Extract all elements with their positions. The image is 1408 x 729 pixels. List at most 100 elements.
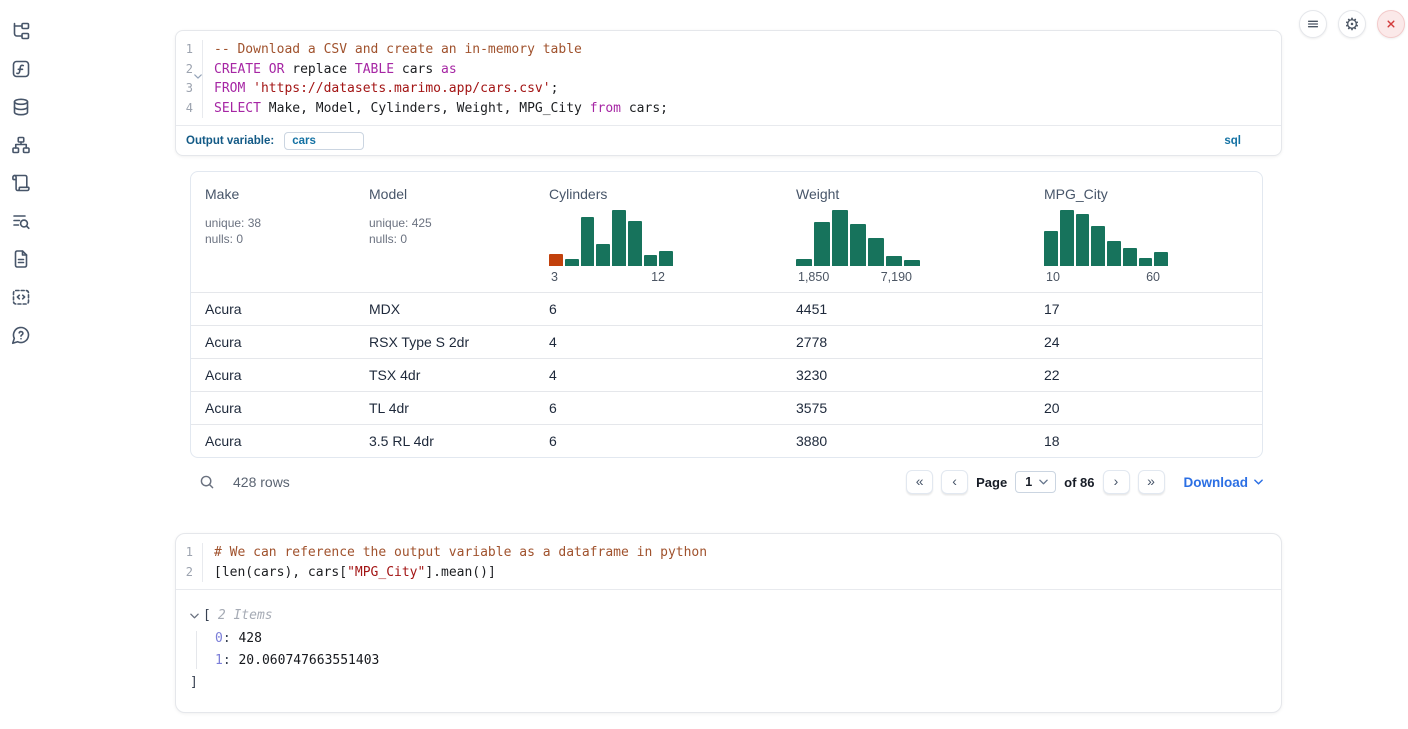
python-cell: 1# We can reference the output variable …: [175, 533, 1282, 713]
table-cell: 3230: [782, 367, 1030, 383]
shutdown-button[interactable]: [1377, 10, 1405, 38]
table-cell: Acura: [191, 433, 355, 449]
column-header-weight[interactable]: Weight1,8507,190: [782, 172, 1030, 292]
code-line[interactable]: 1# We can reference the output variable …: [176, 543, 1281, 563]
axis-min-label: 1,850: [798, 270, 829, 284]
table-search-button[interactable]: [198, 472, 218, 492]
column-histogram[interactable]: 3 12: [549, 210, 673, 284]
line-number: 3: [176, 79, 203, 99]
token-keyword: from: [590, 101, 621, 116]
first-page-button[interactable]: «: [906, 470, 933, 494]
table-cell: 3575: [782, 400, 1030, 416]
table-row[interactable]: AcuraTL 4dr6357520: [191, 391, 1262, 424]
histogram-bar: [814, 222, 830, 266]
token-plain: ;: [551, 81, 559, 96]
token-plain: ].mean()]: [425, 565, 495, 580]
code-text: [len(cars), cars["MPG_City"].mean()]: [214, 563, 496, 583]
column-header-model[interactable]: Modelunique: 425nulls: 0: [355, 172, 535, 292]
sidebar-button-data-sources[interactable]: [8, 94, 34, 120]
settings-gear-icon: ⚙: [1344, 16, 1359, 33]
token-keyword: CREATE: [214, 62, 261, 77]
tree-key: 0: [215, 631, 223, 646]
histogram-bars: [1044, 210, 1168, 266]
token-string: "MPG_City": [347, 565, 425, 580]
column-header-make[interactable]: Makeunique: 38nulls: 0: [191, 172, 355, 292]
sidebar-button-file-tree[interactable]: [8, 18, 34, 44]
page-select[interactable]: 1: [1015, 471, 1056, 493]
list-search-icon: [11, 211, 31, 231]
output-variable-input[interactable]: cars: [284, 132, 364, 150]
histogram-bar: [868, 238, 884, 266]
sidebar-button-logs[interactable]: [8, 170, 34, 196]
column-header-cylinders[interactable]: Cylinders312: [535, 172, 782, 292]
download-button[interactable]: Download: [1184, 475, 1264, 490]
table-cell: 6: [535, 400, 782, 416]
chevron-down-icon: [190, 613, 199, 619]
code-line[interactable]: 4SELECT Make, Model, Cylinders, Weight, …: [176, 99, 1281, 119]
sidebar-button-find[interactable]: [8, 208, 34, 234]
tree-colon: :: [223, 653, 239, 668]
settings-button[interactable]: ⚙: [1338, 10, 1366, 38]
table-row[interactable]: AcuraTSX 4dr4323022: [191, 358, 1262, 391]
table-row[interactable]: Acura3.5 RL 4dr6388018: [191, 424, 1262, 457]
column-histogram[interactable]: 1,8507,190: [796, 210, 920, 284]
sql-code-area[interactable]: 1-- Download a CSV and create an in-memo…: [176, 31, 1281, 125]
page-select-value: 1: [1025, 475, 1032, 489]
row-count: 428 rows: [233, 474, 290, 490]
next-page-button[interactable]: ›: [1103, 470, 1130, 494]
histogram-bar: [1076, 214, 1090, 266]
help-icon: [11, 325, 31, 345]
table-cell: RSX Type S 2dr: [355, 334, 535, 350]
python-output: [ 2 Items 0: 4281: 20.060747663551403 ]: [176, 590, 1281, 712]
table-cell: Acura: [191, 334, 355, 350]
histogram-bar: [1044, 231, 1058, 266]
code-line[interactable]: 2CREATE OR replace TABLE cars as: [176, 60, 1281, 80]
code-line[interactable]: 2[len(cars), cars["MPG_City"].mean()]: [176, 563, 1281, 583]
histogram-bar: [1107, 241, 1121, 266]
tree-value: 428: [238, 631, 261, 646]
tree-key: 1: [215, 653, 223, 668]
output-variable-label: Output variable:: [186, 135, 274, 147]
data-table: Makeunique: 38nulls: 0Modelunique: 425nu…: [190, 171, 1263, 458]
token-string: 'https://datasets.marimo.app/cars.csv': [253, 81, 550, 96]
chevron-down-icon: [1254, 479, 1263, 485]
axis-max-label: 12: [651, 270, 665, 284]
table-cell: TSX 4dr: [355, 367, 535, 383]
token-keyword: TABLE: [355, 62, 394, 77]
sidebar-button-documentation[interactable]: [8, 246, 34, 272]
histogram-axis-labels: 1,8507,190: [796, 270, 920, 284]
stat-line: unique: 425: [369, 215, 527, 231]
column-stats: unique: 425nulls: 0: [369, 215, 527, 247]
sidebar-button-help[interactable]: [8, 322, 34, 348]
column-header-mpg_city[interactable]: MPG_City1060: [1030, 172, 1262, 292]
code-snippets-icon: [11, 287, 31, 307]
table-cell: 17: [1030, 301, 1262, 317]
histogram-bar: [628, 221, 642, 266]
page-label: Page: [976, 475, 1007, 490]
axis-min-label: 3: [551, 270, 558, 284]
prev-page-button[interactable]: ‹: [941, 470, 968, 494]
sidebar-button-functions[interactable]: [8, 56, 34, 82]
last-page-button[interactable]: »: [1138, 470, 1165, 494]
sql-cell: 1-- Download a CSV and create an in-memo…: [175, 30, 1282, 498]
chevrons-left-icon: «: [916, 474, 924, 488]
stat-line: nulls: 0: [369, 231, 527, 247]
chevron-right-icon: ›: [1114, 474, 1119, 488]
python-code-area[interactable]: 1# We can reference the output variable …: [176, 534, 1281, 590]
token-plain: Make, Model, Cylinders, Weight, MPG_City: [261, 101, 590, 116]
sidebar-button-snippets[interactable]: [8, 284, 34, 310]
sidebar-button-dependency-graph[interactable]: [8, 132, 34, 158]
code-line[interactable]: 1-- Download a CSV and create an in-memo…: [176, 40, 1281, 60]
table-row[interactable]: AcuraMDX6445117: [191, 292, 1262, 325]
tree-toggle-row[interactable]: [ 2 Items: [190, 607, 1267, 624]
page-total: of 86: [1064, 475, 1094, 490]
table-row[interactable]: AcuraRSX Type S 2dr4277824: [191, 325, 1262, 358]
dependency-graph-icon: [11, 135, 31, 155]
menu-button[interactable]: [1299, 10, 1327, 38]
table-footer: 428 rows « ‹ Page 1 of 86 › » Download: [190, 466, 1263, 498]
line-number: 1: [176, 40, 203, 60]
column-histogram[interactable]: 1060: [1044, 210, 1168, 284]
code-line[interactable]: 3FROM 'https://datasets.marimo.app/cars.…: [176, 79, 1281, 99]
table-cell: 4: [535, 334, 782, 350]
sql-editor[interactable]: 1-- Download a CSV and create an in-memo…: [175, 30, 1282, 156]
